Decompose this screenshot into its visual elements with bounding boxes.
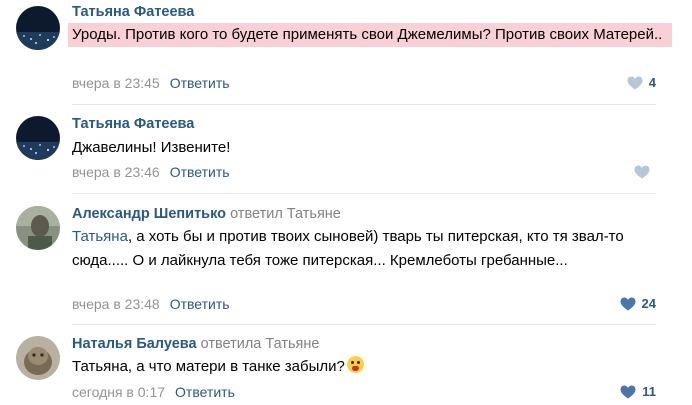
comment-meta: вчера в 23:45 Ответить: [72, 75, 230, 91]
comment: Александр Шепитько ответил Татьяне Татья…: [0, 196, 692, 320]
heart-icon: [620, 297, 636, 311]
comment: Татьяна Фатеева Джавелины! Извените! вче…: [0, 108, 692, 194]
screaming-face-emoji-icon: [346, 356, 364, 373]
comment-meta: сегодня в 0:17 Ответить: [72, 384, 235, 400]
replied-to[interactable]: ответила Татьяне: [201, 336, 320, 352]
mention-link[interactable]: Татьяна: [72, 228, 128, 245]
comment-time[interactable]: сегодня в 0:17: [72, 384, 165, 400]
like-button[interactable]: 11: [620, 384, 656, 399]
like-button[interactable]: [634, 164, 656, 179]
comment: Татьяна Фатеева Уроды. Против кого то бу…: [0, 0, 692, 100]
comment-body: , а хоть бы и против твоих сыновей) твар…: [72, 228, 624, 269]
divider: [72, 193, 656, 194]
reply-button[interactable]: Ответить: [170, 164, 230, 180]
avatar[interactable]: [16, 116, 60, 160]
comment-text: Татьяна, а что матери в танке забыли?: [72, 355, 632, 379]
replied-to[interactable]: ответил Татьяне: [230, 206, 341, 222]
comment-author[interactable]: Наталья Балуева ответила Татьяне: [72, 336, 319, 352]
comment-text: Уроды. Против кого то будете применять с…: [68, 23, 672, 47]
like-count: 24: [641, 296, 656, 311]
reply-button[interactable]: Ответить: [170, 296, 230, 312]
comment: Наталья Балуева ответила Татьяне Татьяна…: [0, 326, 692, 405]
like-count: 4: [648, 75, 656, 90]
comment-text: Татьяна, а хоть бы и против твоих сынове…: [72, 225, 632, 273]
author-name[interactable]: Александр Шепитько: [72, 206, 226, 222]
reply-button[interactable]: Ответить: [170, 75, 230, 91]
comment-time[interactable]: вчера в 23:46: [72, 164, 160, 180]
divider: [72, 324, 656, 325]
comment-author[interactable]: Александр Шепитько ответил Татьяне: [72, 206, 341, 222]
avatar[interactable]: [16, 6, 60, 50]
comment-text: Джавелины! Извените!: [72, 139, 231, 156]
comment-body: Татьяна, а что матери в танке забыли?: [72, 358, 345, 375]
heart-icon: [634, 165, 650, 179]
like-button[interactable]: 4: [627, 75, 656, 90]
like-button[interactable]: 24: [620, 296, 656, 311]
heart-icon: [627, 76, 643, 90]
divider: [72, 104, 656, 105]
heart-icon: [620, 385, 636, 399]
avatar[interactable]: [16, 336, 60, 380]
comment-time[interactable]: вчера в 23:48: [72, 296, 160, 312]
comment-time[interactable]: вчера в 23:45: [72, 75, 160, 91]
like-count: 11: [642, 384, 656, 399]
comment-author[interactable]: Татьяна Фатеева: [72, 116, 194, 132]
author-name[interactable]: Наталья Балуева: [72, 336, 197, 352]
comment-meta: вчера в 23:46 Ответить: [72, 164, 230, 180]
comment-meta: вчера в 23:48 Ответить: [72, 296, 230, 312]
avatar[interactable]: [16, 206, 60, 250]
comment-author[interactable]: Татьяна Фатеева: [72, 4, 194, 20]
reply-button[interactable]: Ответить: [175, 384, 235, 400]
